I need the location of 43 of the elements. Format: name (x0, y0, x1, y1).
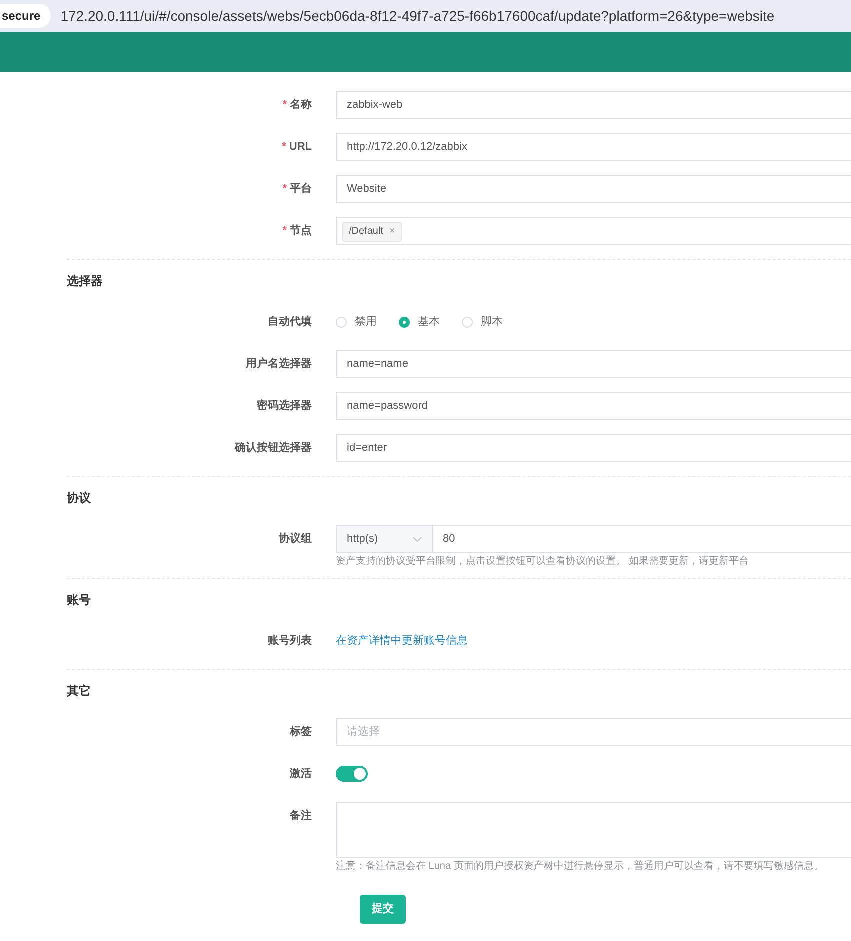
field-label: 协议组 (279, 533, 312, 545)
field-label: URL (289, 141, 312, 153)
radio-option[interactable]: 禁用 (336, 308, 377, 336)
help-text: 注意：备注信息会在 Luna 页面的用户授权资产树中进行悬停显示，普通用户可以查看，请不要填写敏感信息。 (336, 860, 825, 873)
required-mark: * (282, 99, 287, 111)
text-field[interactable]: Website (336, 175, 851, 203)
section-title: 选择器 (67, 273, 104, 290)
text-field[interactable]: id=enter (336, 434, 851, 462)
required-mark: * (282, 183, 287, 195)
port-field[interactable]: 80 (433, 525, 851, 553)
text-field[interactable]: name=password (336, 392, 851, 420)
field-label: 节点 (290, 225, 312, 237)
field-label: 密码选择器 (257, 400, 312, 412)
section-title: 账号 (67, 592, 92, 609)
radio-option[interactable]: 基本 (399, 308, 440, 336)
radio-icon[interactable] (399, 316, 410, 328)
text-field[interactable]: name=name (336, 350, 851, 378)
field-label: 账号列表 (268, 635, 312, 647)
account-link[interactable]: 在资产详情中更新账号信息 (336, 635, 468, 647)
required-mark: * (282, 225, 287, 237)
url-text[interactable]: 172.20.0.111/ui/#/console/assets/webs/5ecb06da-8f12-49f7-a725-f66b17600caf/update?platform=26&type=website (60, 6, 775, 26)
textarea-field[interactable] (336, 802, 851, 858)
radio-option[interactable]: 脚本 (462, 308, 503, 336)
security-label[interactable]: secure (0, 4, 51, 28)
toggle-switch[interactable] (336, 766, 368, 782)
section-title: 其它 (67, 683, 92, 700)
text-field[interactable]: http://172.20.0.12/zabbix (336, 133, 851, 161)
tag-field[interactable]: /Default × (336, 217, 851, 245)
field-label: 标签 (290, 726, 312, 738)
field-label: 确认按钮选择器 (235, 442, 312, 454)
chevron-down-icon (413, 536, 422, 542)
field-label: 备注 (290, 810, 312, 822)
protocol-select[interactable]: http(s) (336, 525, 433, 553)
section-title: 协议 (67, 490, 92, 507)
field-label: 自动代填 (268, 316, 312, 328)
text-field[interactable]: zabbix-web (336, 91, 851, 119)
field-label: 用户名选择器 (246, 358, 312, 370)
tag-chip: /Default × (342, 222, 402, 242)
field-label: 名称 (290, 99, 312, 111)
field-label: 平台 (290, 183, 312, 195)
field-label: 激活 (290, 768, 312, 780)
help-text: 资产支持的协议受平台限制，点击设置按钮可以查看协议的设置。 如果需要更新，请更新平台 (336, 555, 750, 568)
required-mark: * (282, 141, 286, 153)
